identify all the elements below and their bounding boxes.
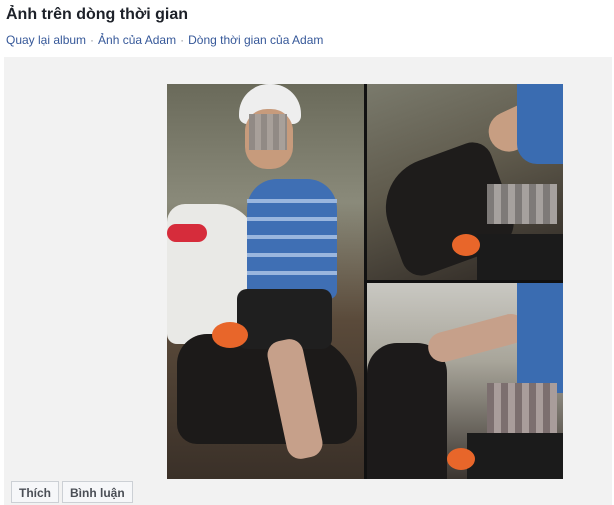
photo-blurred-face bbox=[249, 114, 287, 150]
breadcrumb-separator: · bbox=[180, 33, 185, 47]
photo-shirt-shape bbox=[517, 283, 563, 393]
page-title: Ảnh trên dòng thời gian bbox=[6, 6, 189, 23]
like-button[interactable]: Thích bbox=[11, 481, 59, 503]
photo-orange-shape bbox=[212, 322, 248, 348]
photo-orange-shape bbox=[452, 234, 480, 256]
photo-panel-main bbox=[167, 84, 364, 479]
photo-shirt-shape bbox=[247, 179, 337, 299]
photo-orange-shape bbox=[447, 448, 475, 470]
photo-panel-bottom-right bbox=[367, 283, 563, 479]
photo-dark-shape bbox=[477, 234, 563, 280]
comment-button[interactable]: Bình luận bbox=[62, 481, 133, 503]
photo-actions: Thích Bình luận bbox=[11, 481, 133, 503]
breadcrumb-back-to-album[interactable]: Quay lại album bbox=[6, 33, 86, 47]
photo-handle-shape bbox=[167, 224, 207, 242]
photo-arm-shape bbox=[424, 310, 530, 366]
breadcrumb: Quay lại album · Ảnh của Adam · Dòng thời gi… bbox=[6, 33, 323, 47]
breadcrumb-adams-photos[interactable]: Ảnh của Adam bbox=[98, 33, 176, 47]
breadcrumb-adams-timeline[interactable]: Dòng thời gian của Adam bbox=[188, 33, 323, 47]
breadcrumb-separator: · bbox=[90, 33, 95, 47]
photo-image[interactable] bbox=[167, 84, 563, 479]
photo-blurred-area bbox=[487, 184, 557, 224]
photo-motorbike-shape bbox=[367, 343, 447, 479]
photo-viewer-page: Ảnh trên dòng thời gian Quay lại album · Ả… bbox=[0, 0, 614, 505]
photo-panel-top-right bbox=[367, 84, 563, 280]
photo-blurred-area bbox=[487, 383, 557, 433]
photo-dark-shape bbox=[467, 433, 563, 479]
photo-shirt-shape bbox=[517, 84, 563, 164]
